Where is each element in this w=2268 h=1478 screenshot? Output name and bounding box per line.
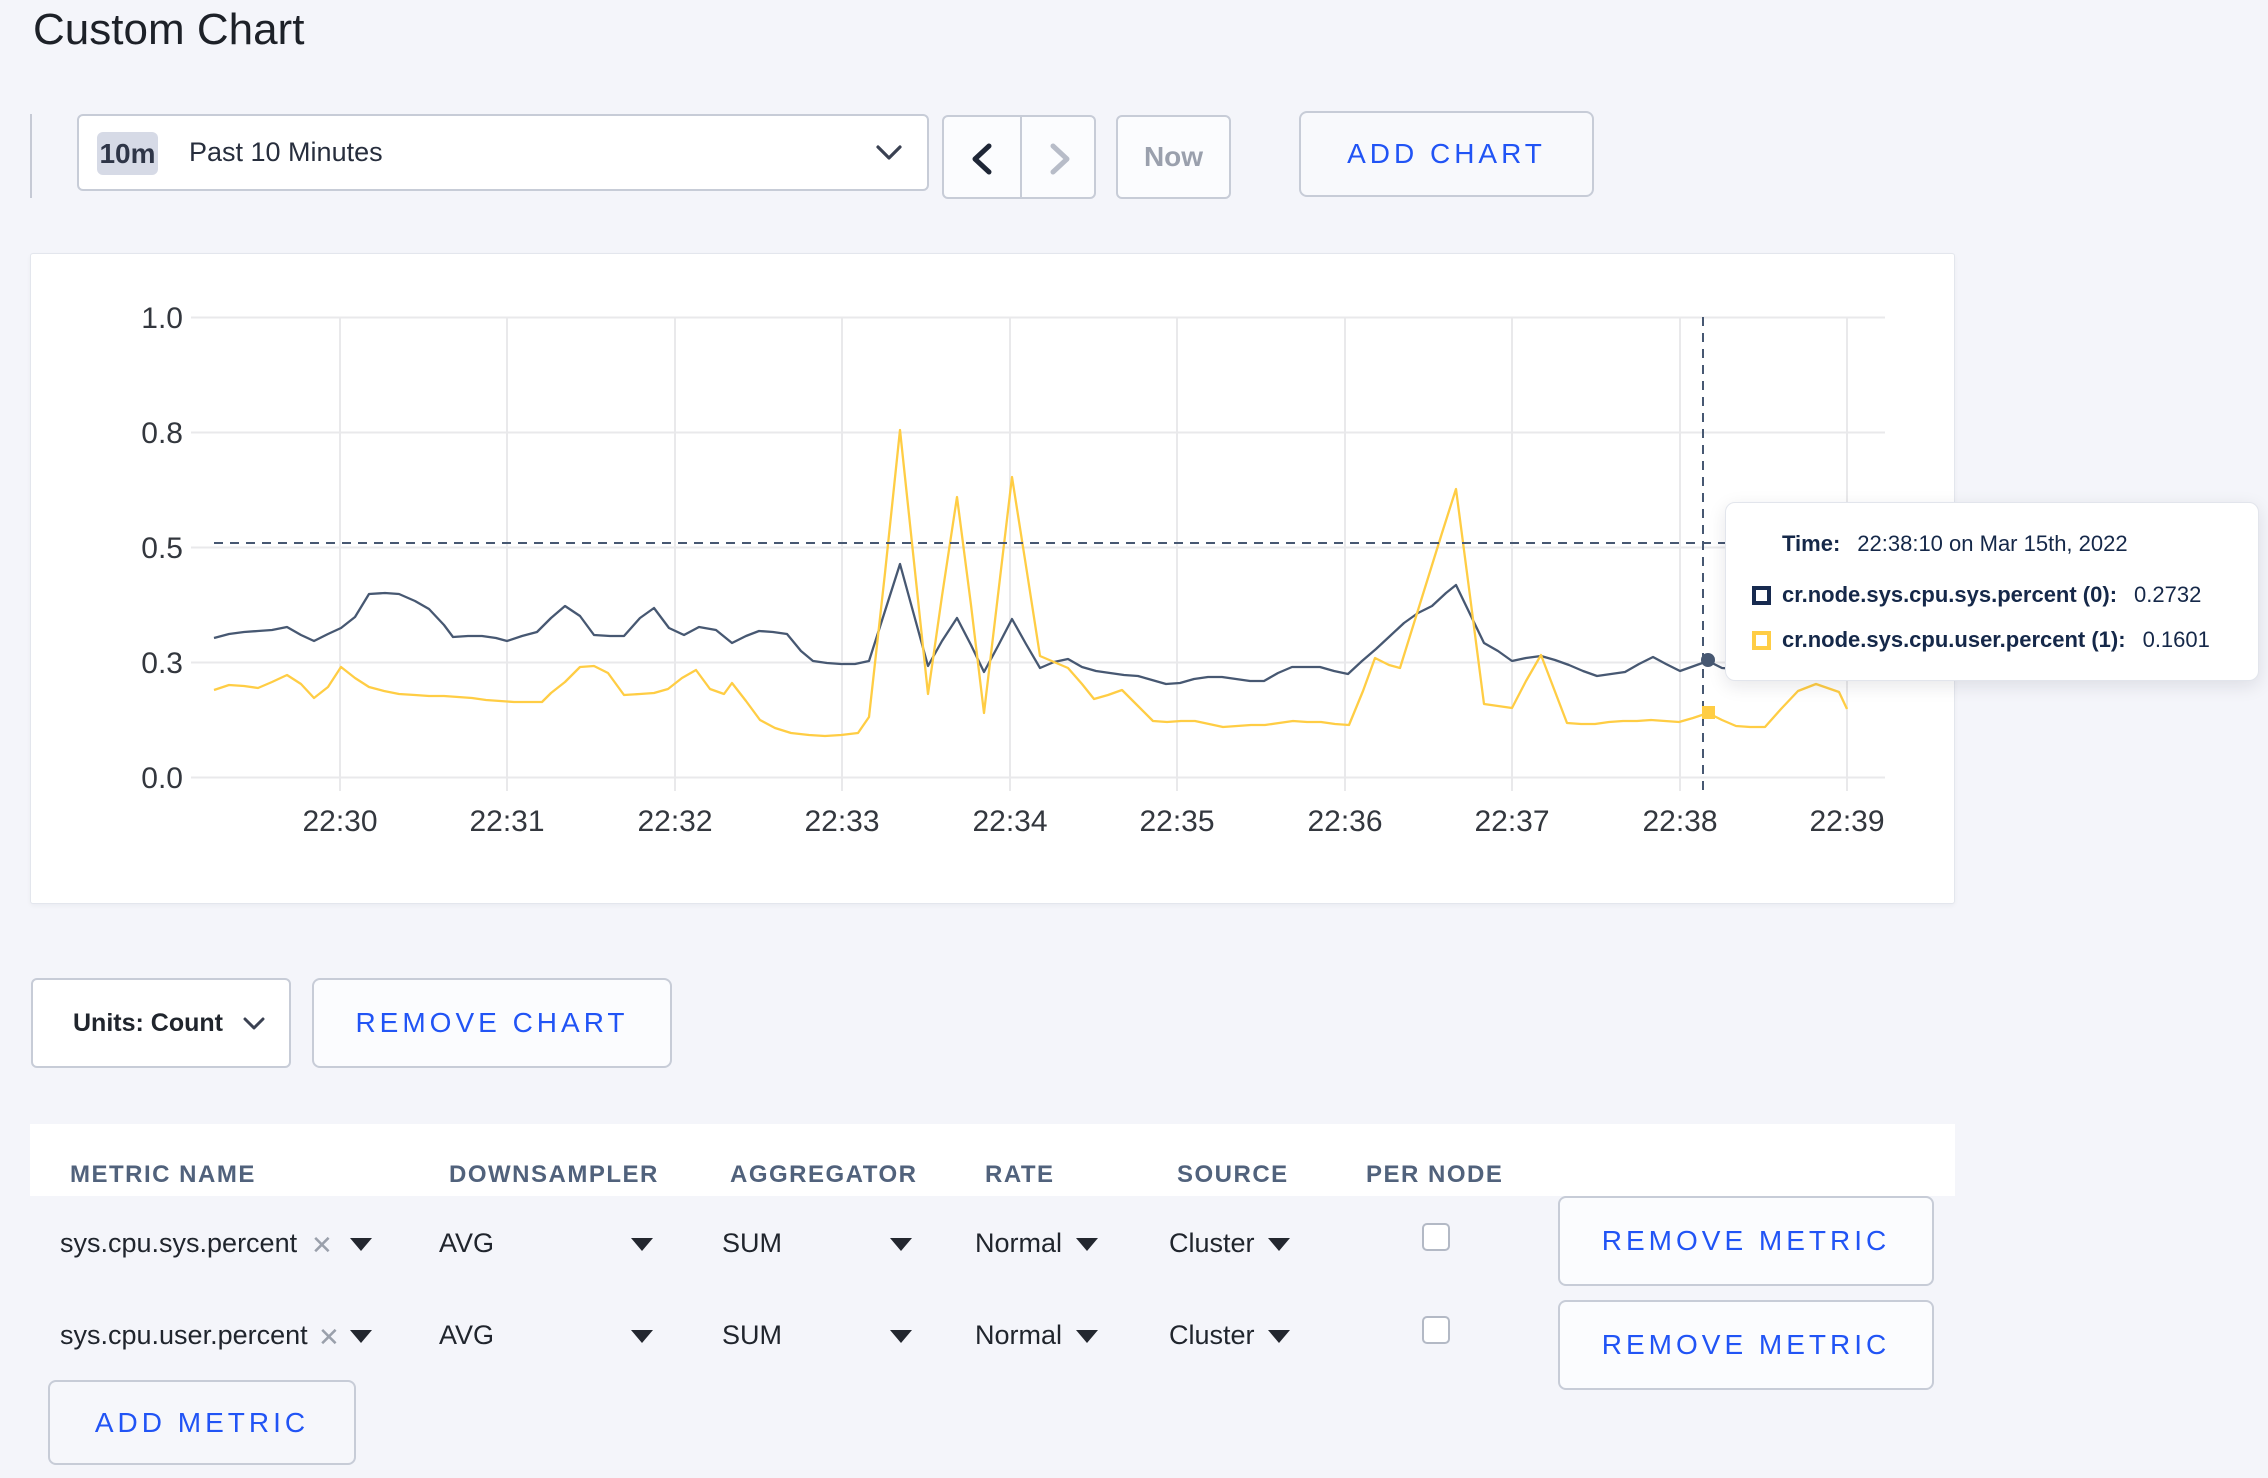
- svg-text:0.3: 0.3: [141, 647, 183, 680]
- svg-text:0.5: 0.5: [141, 532, 183, 565]
- svg-text:0.0: 0.0: [141, 762, 183, 795]
- svg-text:1.0: 1.0: [141, 302, 183, 335]
- svg-text:22:36: 22:36: [1307, 805, 1382, 838]
- svg-text:22:32: 22:32: [637, 805, 712, 838]
- svg-text:22:33: 22:33: [804, 805, 879, 838]
- svg-text:22:34: 22:34: [972, 805, 1047, 838]
- svg-text:0.8: 0.8: [141, 417, 183, 450]
- svg-text:22:39: 22:39: [1809, 805, 1884, 838]
- svg-text:22:35: 22:35: [1139, 805, 1214, 838]
- svg-text:22:31: 22:31: [469, 805, 544, 838]
- svg-text:22:37: 22:37: [1474, 805, 1549, 838]
- svg-text:22:38: 22:38: [1642, 805, 1717, 838]
- svg-text:22:30: 22:30: [302, 805, 377, 838]
